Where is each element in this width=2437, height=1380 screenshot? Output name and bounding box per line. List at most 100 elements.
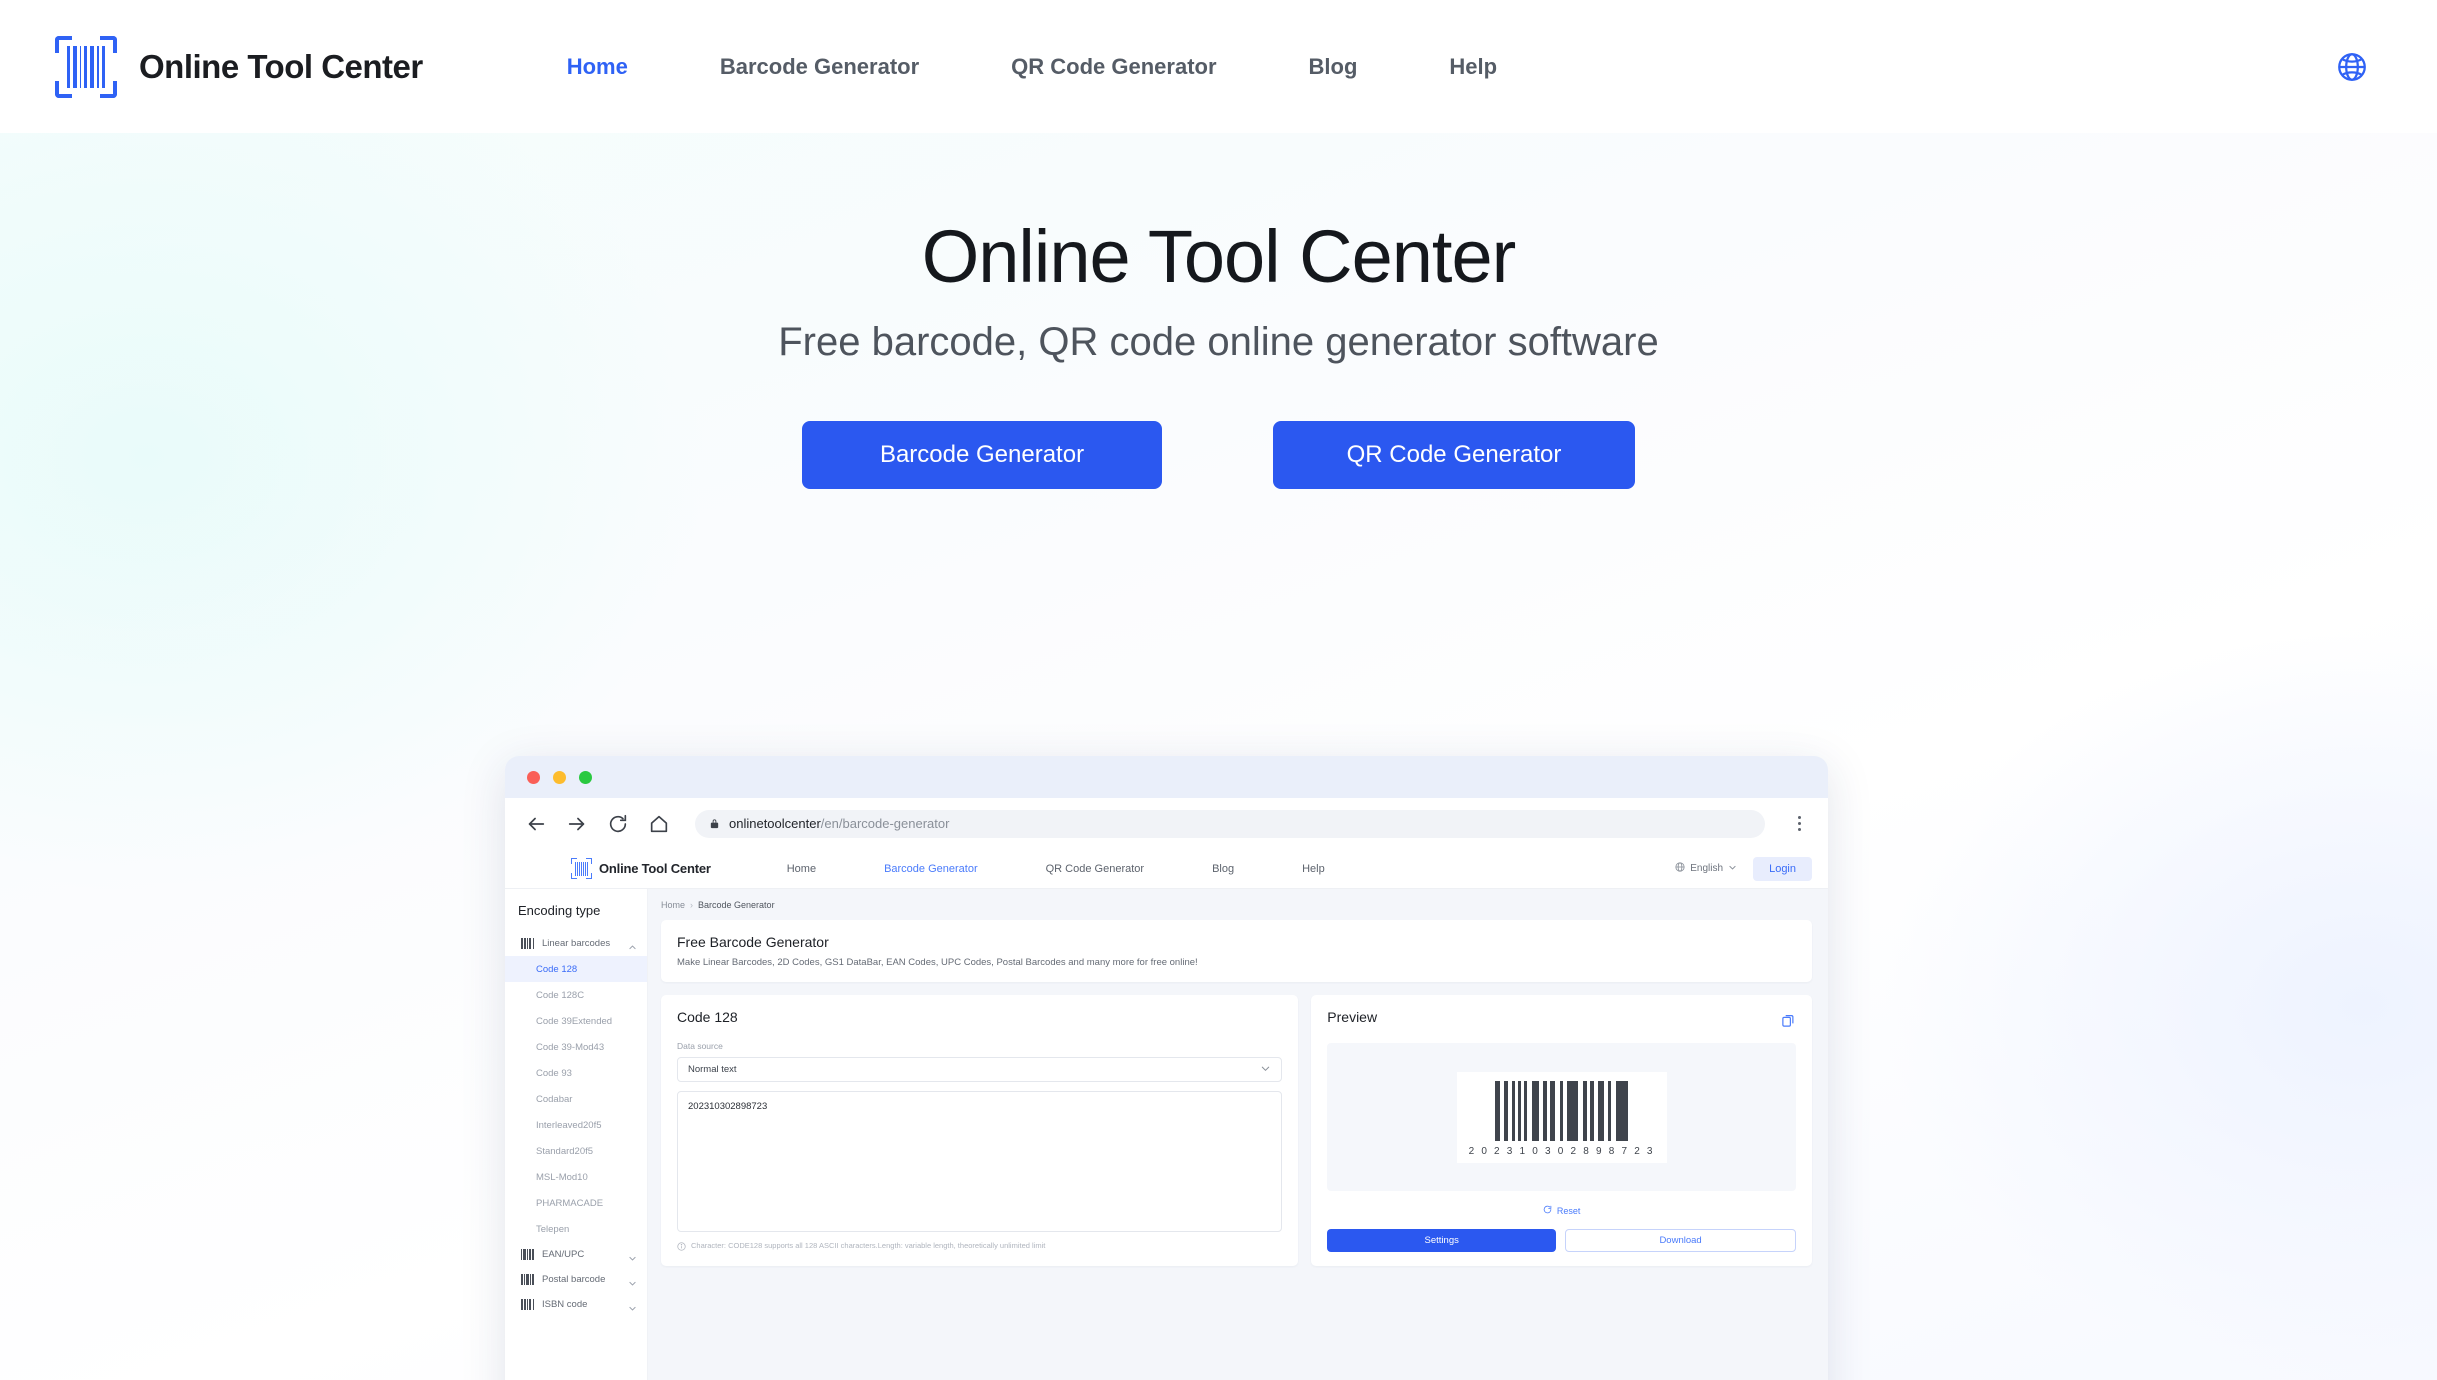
sidebar-item-code-39-mod43[interactable]: Code 39-Mod43: [505, 1034, 647, 1060]
intro-card: Free Barcode Generator Make Linear Barco…: [661, 920, 1812, 982]
mockup-nav-item-qr-code-generator[interactable]: QR Code Generator: [1012, 863, 1178, 875]
login-button[interactable]: Login: [1753, 856, 1812, 881]
url-input[interactable]: onlinetoolcenter/en/barcode-generator: [695, 809, 1765, 838]
sidebar-item-code-93[interactable]: Code 93: [505, 1060, 647, 1086]
editor-card: Code 128 Data source Normal text 2023103…: [661, 995, 1299, 1266]
mockup-nav-item-home[interactable]: Home: [753, 863, 850, 875]
maximize-traffic-light[interactable]: [579, 770, 592, 784]
sidebar-group-label: ISBN code: [542, 1299, 588, 1310]
url-domain: onlinetoolcenter: [729, 816, 821, 831]
barcode-logo-icon: [55, 35, 117, 98]
editor-hint-text: Character: CODE128 supports all 128 ASCI…: [691, 1241, 1046, 1251]
hero-cta-group: Barcode Generator QR Code Generator: [0, 421, 2437, 490]
mockup-body: Encoding type Linear barcodes Code 128 C…: [505, 889, 1828, 1380]
breadcrumb-current: Barcode Generator: [698, 900, 775, 910]
lock-icon: [709, 817, 720, 830]
globe-icon[interactable]: [2335, 50, 2369, 84]
download-button[interactable]: Download: [1565, 1229, 1796, 1252]
browser-mockup: onlinetoolcenter/en/barcode-generator On…: [505, 756, 1828, 1380]
url-text: onlinetoolcenter/en/barcode-generator: [729, 816, 949, 831]
barcode-data-input[interactable]: 202310302898723: [677, 1091, 1283, 1233]
barcode-icon: [521, 938, 534, 949]
sidebar-group-ean-upc[interactable]: EAN/UPC: [505, 1242, 647, 1267]
sidebar-group-label: Postal barcode: [542, 1274, 606, 1285]
mockup-nav: Home Barcode Generator QR Code Generator…: [753, 863, 1359, 875]
data-source-label: Data source: [677, 1041, 723, 1051]
sidebar-item-codabar[interactable]: Codabar: [505, 1086, 647, 1112]
language-selector[interactable]: English: [1675, 862, 1737, 875]
sidebar-item-msl-mod10[interactable]: MSL-Mod10: [505, 1164, 647, 1190]
mockup-site-header: Online Tool Center Home Barcode Generato…: [505, 849, 1828, 889]
reset-button[interactable]: Reset: [1327, 1205, 1796, 1216]
preview-card: Preview 2 0 2 3 1 0 3 0 2 8 9 8 7 2 3 Re…: [1311, 995, 1812, 1266]
qr-code-generator-button[interactable]: QR Code Generator: [1273, 421, 1635, 490]
data-source-select[interactable]: Normal text: [677, 1057, 1283, 1082]
reset-label: Reset: [1556, 1205, 1581, 1216]
nav-item-barcode-generator[interactable]: Barcode Generator: [674, 54, 965, 80]
primary-nav: Home Barcode Generator QR Code Generator…: [521, 54, 1543, 80]
intro-description: Make Linear Barcodes, 2D Codes, GS1 Data…: [677, 957, 1198, 968]
mockup-brand-logo[interactable]: Online Tool Center: [571, 858, 711, 879]
url-path: /en/barcode-generator: [820, 816, 950, 831]
sidebar-group-linear-barcodes[interactable]: Linear barcodes: [505, 931, 647, 956]
chevron-down-icon: [628, 1250, 637, 1261]
kebab-menu-icon[interactable]: [1790, 816, 1808, 831]
barcode-bars: [1495, 1080, 1629, 1141]
page-title: Online Tool Center: [921, 215, 1517, 298]
breadcrumb-separator: ›: [690, 900, 694, 910]
brand-name: Online Tool Center: [139, 47, 423, 85]
sidebar-group-isbn-code[interactable]: ISBN code: [505, 1292, 647, 1317]
settings-button[interactable]: Settings: [1327, 1229, 1557, 1252]
sidebar-item-code-39extended[interactable]: Code 39Extended: [505, 1008, 647, 1034]
encoding-type-sidebar: Encoding type Linear barcodes Code 128 C…: [505, 889, 648, 1380]
nav-item-qr-code-generator[interactable]: QR Code Generator: [965, 54, 1262, 80]
mockup-url-bar: onlinetoolcenter/en/barcode-generator: [505, 798, 1828, 849]
sidebar-item-code-128c[interactable]: Code 128C: [505, 982, 647, 1008]
barcode-image: 2 0 2 3 1 0 3 0 2 8 9 8 7 2 3: [1456, 1071, 1667, 1163]
barcode-icon: [521, 1299, 534, 1310]
hero-section: Online Tool Center Free barcode, QR code…: [0, 133, 2437, 1380]
preview-title: Preview: [1327, 1009, 1378, 1025]
sidebar-item-standard20f5[interactable]: Standard20f5: [505, 1138, 647, 1164]
chevron-down-icon: [1728, 863, 1737, 875]
mockup-header-actions: English Login: [1675, 856, 1812, 881]
close-traffic-light[interactable]: [527, 770, 540, 784]
sidebar-item-interleaved20f5[interactable]: Interleaved20f5: [505, 1112, 647, 1138]
barcode-generator-button[interactable]: Barcode Generator: [802, 421, 1162, 490]
sidebar-item-code-128[interactable]: Code 128: [505, 956, 647, 982]
breadcrumb-home[interactable]: Home: [661, 900, 685, 910]
minimize-traffic-light[interactable]: [553, 770, 566, 784]
info-icon: [677, 1242, 686, 1251]
sidebar-group-postal-barcode[interactable]: Postal barcode: [505, 1267, 647, 1292]
refresh-icon: [1543, 1205, 1552, 1216]
postal-barcode-icon: [521, 1274, 534, 1285]
reload-icon[interactable]: [607, 813, 629, 835]
chevron-down-icon: [628, 1300, 637, 1311]
breadcrumb: Home › Barcode Generator: [661, 900, 1812, 910]
home-icon[interactable]: [648, 813, 670, 835]
arrow-left-icon[interactable]: [525, 813, 547, 835]
mockup-nav-item-help[interactable]: Help: [1268, 863, 1359, 875]
barcode-logo-icon: [571, 858, 592, 879]
arrow-right-icon[interactable]: [566, 813, 588, 835]
globe-icon: [1675, 862, 1685, 875]
preview-actions: Settings Download: [1327, 1229, 1796, 1252]
intro-title: Free Barcode Generator: [677, 934, 829, 950]
sidebar-item-pharmacade[interactable]: PHARMACADE: [505, 1190, 647, 1216]
barcode-icon: [521, 1249, 534, 1260]
mockup-titlebar: [505, 756, 1828, 798]
nav-item-home[interactable]: Home: [521, 54, 674, 80]
chevron-down-icon: [1260, 1063, 1271, 1077]
page-subtitle: Free barcode, QR code online generator s…: [778, 320, 1659, 365]
sidebar-item-telepen[interactable]: Telepen: [505, 1216, 647, 1242]
mockup-nav-item-barcode-generator[interactable]: Barcode Generator: [850, 863, 1012, 875]
data-source-value: Normal text: [688, 1064, 737, 1075]
chevron-up-icon: [628, 939, 637, 950]
copy-icon[interactable]: [1781, 1013, 1796, 1028]
mockup-nav-item-blog[interactable]: Blog: [1178, 863, 1268, 875]
editor-column: Code 128 Data source Normal text 2023103…: [661, 995, 1299, 1266]
nav-item-help[interactable]: Help: [1403, 54, 1543, 80]
nav-item-blog[interactable]: Blog: [1263, 54, 1404, 80]
brand-logo[interactable]: Online Tool Center: [55, 35, 423, 98]
barcode-preview-area: 2 0 2 3 1 0 3 0 2 8 9 8 7 2 3: [1327, 1043, 1796, 1191]
